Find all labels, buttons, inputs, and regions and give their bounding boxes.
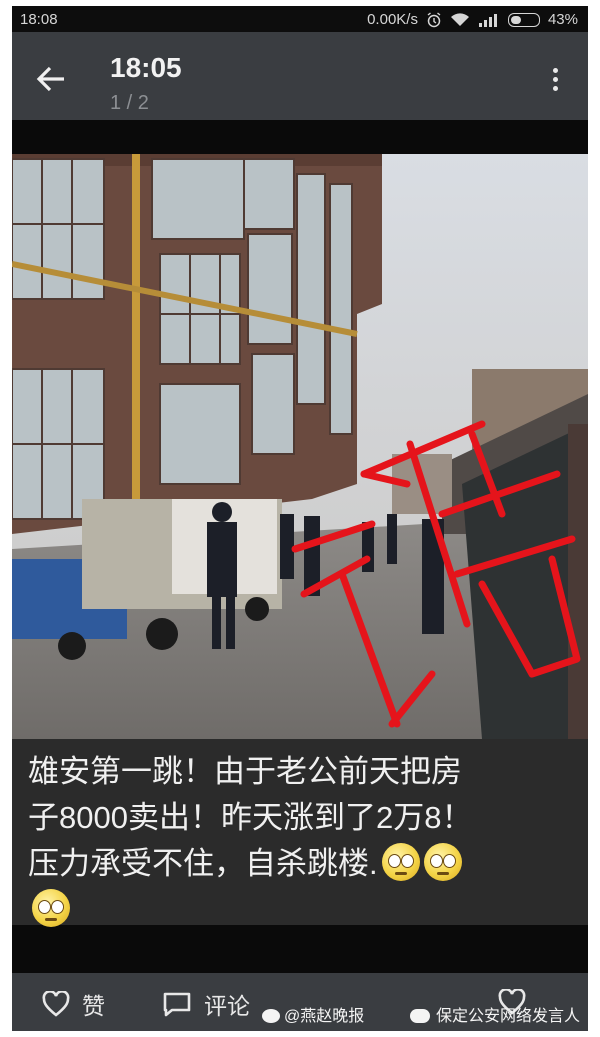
alarm-icon: [427, 11, 441, 27]
worried-face-emoji: [32, 889, 70, 927]
wifi-icon: [450, 12, 469, 26]
comment-button[interactable]: 评论: [162, 987, 250, 1021]
battery-icon: [507, 12, 540, 27]
post-caption: 雄安第一跳！由于老公前天把房 子8000卖出！昨天涨到了2万8！ 压力承受不住，…: [12, 739, 588, 927]
status-icons: 0.00K/s 43%: [367, 11, 578, 28]
more-options-button[interactable]: [548, 64, 562, 98]
image-counter: 1 / 2: [110, 92, 149, 114]
caption-line-3-text: 压力承受不住，自杀跳楼.: [28, 846, 378, 881]
like-button[interactable]: 赞: [42, 987, 105, 1021]
status-bar: 18:08 0.00K/s 43%: [12, 6, 588, 32]
wechat-watermark: 保定公安网络发言人: [410, 1002, 580, 1026]
worried-face-emoji: [423, 843, 462, 881]
caption-line-4: [28, 887, 572, 933]
page-title: 18:05: [110, 52, 182, 83]
signal-icon: [478, 13, 497, 27]
post-photo[interactable]: [12, 154, 588, 739]
arrow-left-icon: [36, 66, 64, 92]
back-button[interactable]: [34, 62, 68, 96]
caption-line-2: 子8000卖出！昨天涨到了2万8！: [28, 800, 473, 835]
comment-label: 评论: [204, 993, 250, 1019]
caption-line-1: 雄安第一跳！由于老公前天把房: [28, 754, 462, 789]
wechat-logo-icon: [410, 1009, 430, 1023]
like-label: 赞: [82, 993, 105, 1019]
comment-icon: [163, 992, 191, 1017]
weibo-watermark: @燕赵晚报: [262, 1002, 364, 1026]
worried-face-emoji: [381, 843, 420, 881]
weibo-logo-icon: [262, 1009, 280, 1023]
more-vertical-icon: [548, 68, 562, 91]
app-bar: 18:05 1 / 2: [12, 32, 588, 120]
battery-percent: 43%: [547, 11, 578, 28]
phone-screen: 18:08 0.00K/s 43% 18:05 1 / 2 雄安第一跳！由于老公…: [12, 6, 588, 1031]
street-scene-image: [12, 154, 588, 739]
status-time: 18:08: [20, 11, 58, 28]
weibo-watermark-text: @燕赵晚报: [284, 1008, 365, 1025]
caption-line-3: 压力承受不住，自杀跳楼.: [28, 841, 572, 887]
wechat-watermark-text: 保定公安网络发言人: [436, 1008, 581, 1025]
heart-icon: [42, 991, 70, 1017]
network-speed: 0.00K/s: [367, 11, 418, 28]
